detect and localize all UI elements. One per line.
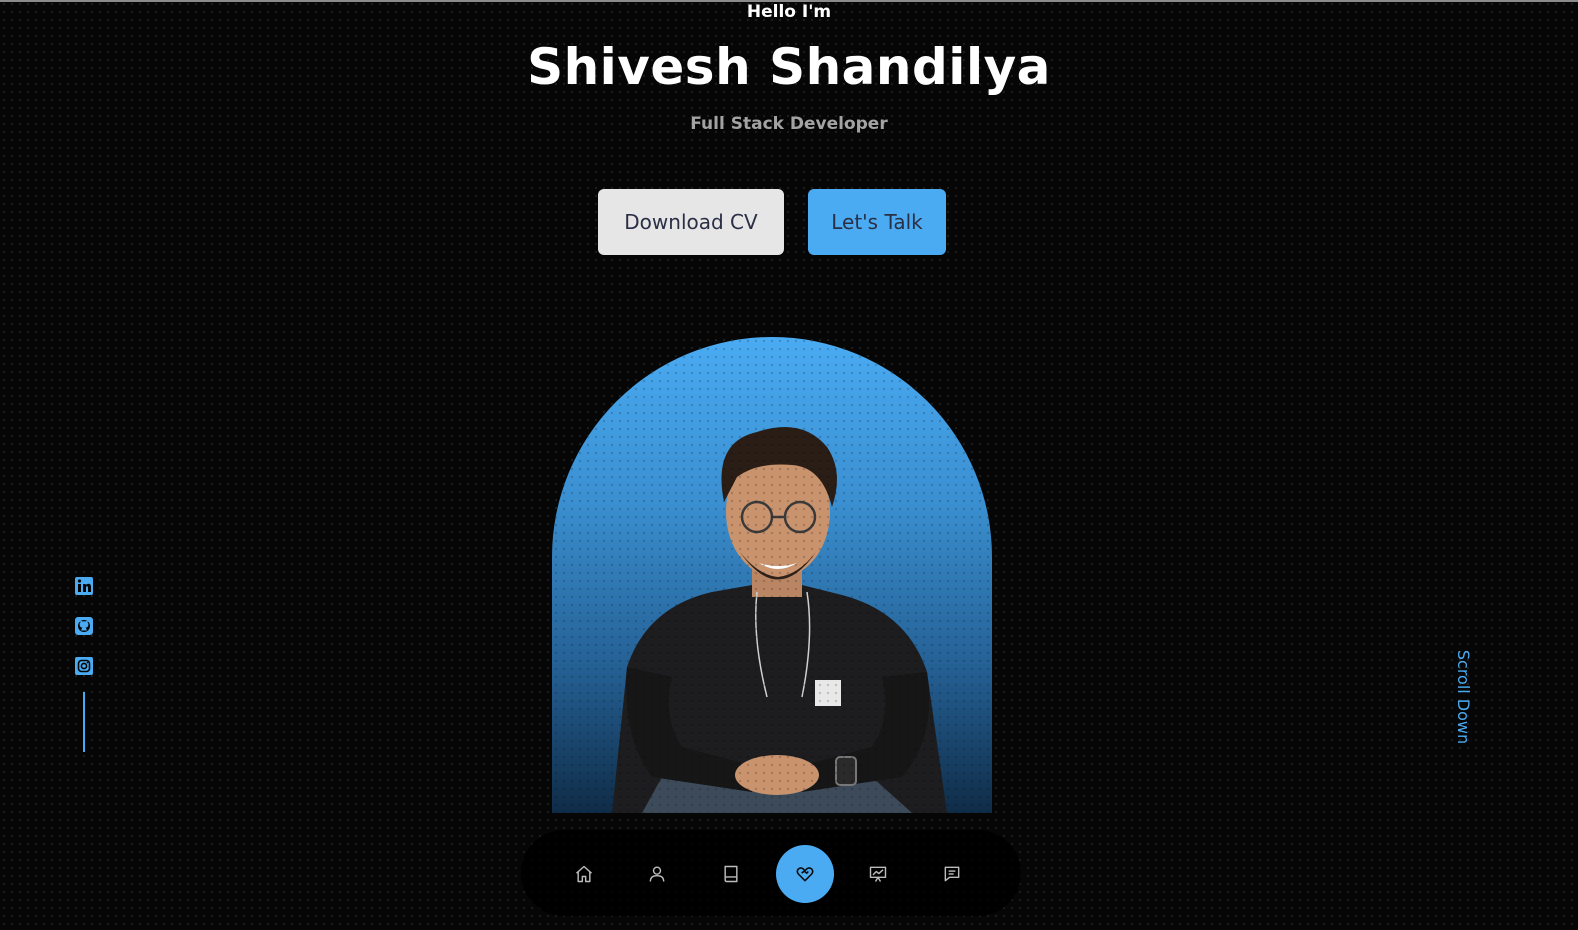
bottom-nav xyxy=(521,830,1021,916)
presentation-icon[interactable] xyxy=(849,845,907,903)
role-subtitle: Full Stack Developer xyxy=(690,114,888,134)
home-icon[interactable] xyxy=(555,845,613,903)
user-icon[interactable] xyxy=(628,845,686,903)
portrait-dot-pattern xyxy=(552,337,992,813)
scroll-down-label: Scroll Down xyxy=(1454,649,1473,745)
scroll-down-link[interactable]: Scroll Down xyxy=(1453,645,1473,749)
linkedin-icon[interactable] xyxy=(74,576,94,596)
social-links xyxy=(74,576,94,752)
github-icon[interactable] xyxy=(74,616,94,636)
greeting-text: Hello I'm xyxy=(746,2,832,22)
handshake-icon[interactable] xyxy=(776,845,834,903)
social-divider-line xyxy=(83,692,85,752)
chat-icon[interactable] xyxy=(923,845,981,903)
instagram-icon[interactable] xyxy=(74,656,94,676)
page-title: Shivesh Shandilya xyxy=(527,38,1051,96)
lets-talk-button[interactable]: Let's Talk xyxy=(808,189,946,255)
download-cv-button[interactable]: Download CV xyxy=(598,189,784,255)
profile-portrait xyxy=(552,337,992,813)
book-icon[interactable] xyxy=(702,845,760,903)
